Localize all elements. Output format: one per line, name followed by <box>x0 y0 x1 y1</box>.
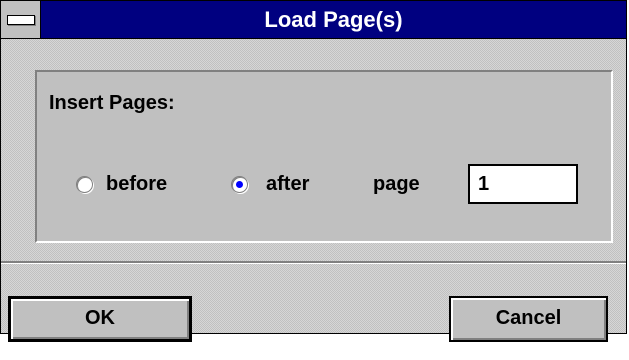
ok-button[interactable]: OK <box>8 296 192 342</box>
radio-before-label[interactable]: before <box>106 173 167 196</box>
title-bar[interactable]: Load Page(s) <box>1 1 626 39</box>
insert-pages-heading: Insert Pages: <box>49 92 175 114</box>
radio-after-label[interactable]: after <box>266 173 309 196</box>
page-number-input[interactable] <box>468 164 578 204</box>
dialog-title: Load Page(s) <box>264 7 403 32</box>
page-label: page <box>373 173 420 195</box>
cancel-button[interactable]: Cancel <box>449 296 608 342</box>
radio-after[interactable] <box>231 176 248 193</box>
load-pages-dialog: Load Page(s) Insert Pages: before after … <box>0 0 627 342</box>
system-menu-button[interactable] <box>1 1 41 38</box>
separator <box>1 261 626 264</box>
radio-before[interactable] <box>76 176 93 193</box>
system-menu-icon <box>7 15 35 25</box>
